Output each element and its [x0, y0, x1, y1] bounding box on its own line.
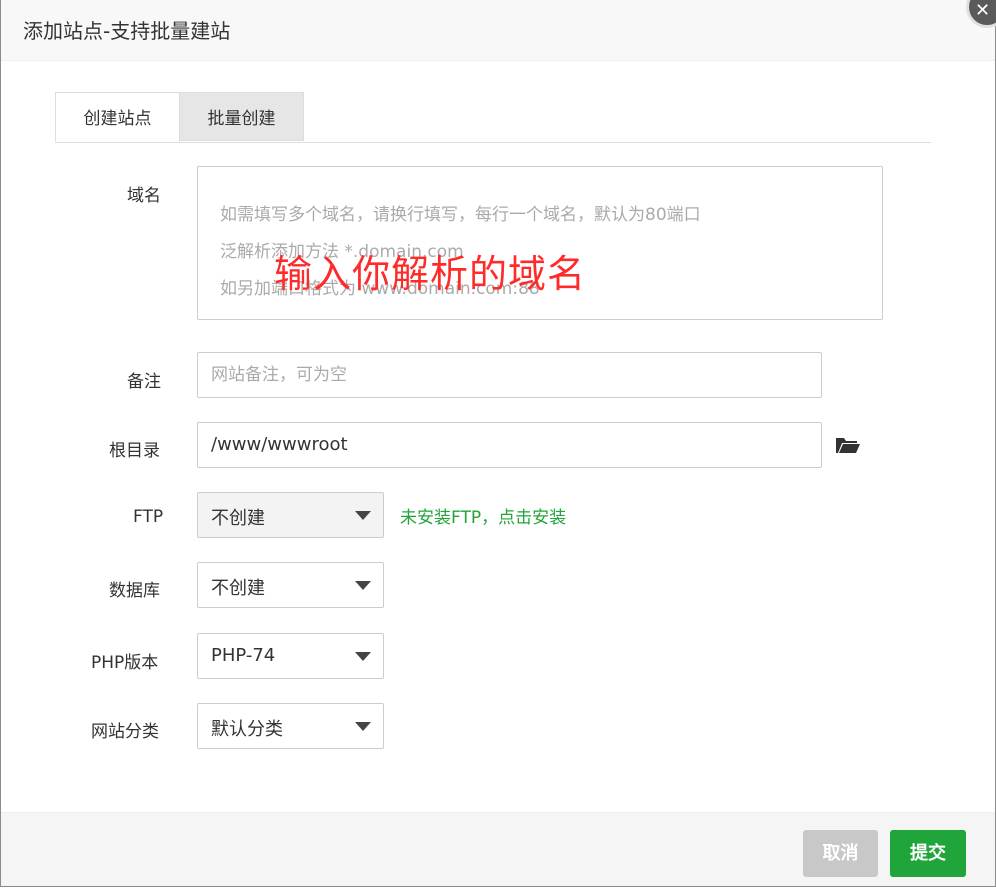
install-ftp-link[interactable]: 未安装FTP，点击安装: [400, 503, 566, 528]
php-version-label: PHP版本: [91, 653, 159, 673]
chevron-down-icon: [355, 652, 371, 661]
php-version-select[interactable]: PHP-74: [197, 633, 384, 679]
ftp-select[interactable]: 不创建: [197, 492, 384, 538]
site-category-label: 网站分类: [91, 722, 159, 742]
add-site-dialog: 添加站点-支持批量建站 创建站点 批量创建 域名 如需填写多个域名，请换行填写，…: [0, 0, 996, 887]
root-dir-label: 根目录: [109, 441, 160, 461]
chevron-down-icon: [355, 722, 371, 731]
tab-bar: 创建站点 批量创建: [55, 92, 931, 143]
database-select-value: 不创建: [211, 578, 265, 599]
folder-open-icon[interactable]: [835, 435, 861, 455]
dialog-footer: 取消 提交: [1, 812, 995, 886]
remark-input[interactable]: 网站备注，可为空: [197, 352, 822, 398]
chevron-down-icon: [355, 511, 371, 520]
remark-label: 备注: [127, 372, 161, 392]
php-version-select-value: PHP-74: [211, 645, 276, 666]
database-label: 数据库: [109, 581, 160, 601]
submit-button[interactable]: 提交: [890, 830, 966, 877]
site-category-select-value: 默认分类: [211, 719, 283, 740]
ftp-label: FTP: [133, 507, 164, 527]
domain-placeholder-line-1: 如需填写多个域名，请换行填写，每行一个域名，默认为80端口: [220, 205, 701, 225]
cancel-button[interactable]: 取消: [803, 830, 878, 877]
root-dir-input[interactable]: /www/wwwroot: [197, 422, 822, 468]
ftp-select-value: 不创建: [211, 508, 265, 529]
dialog-titlebar: 添加站点-支持批量建站: [1, 0, 995, 61]
domain-textarea[interactable]: 如需填写多个域名，请换行填写，每行一个域名，默认为80端口 泛解析添加方法 *.…: [197, 166, 883, 320]
domain-label: 域名: [127, 186, 161, 206]
domain-annotation: 输入你解析的域名: [274, 252, 587, 296]
tab-create-site[interactable]: 创建站点: [55, 92, 180, 142]
chevron-down-icon: [355, 581, 371, 590]
tab-batch-create[interactable]: 批量创建: [180, 92, 304, 141]
database-select[interactable]: 不创建: [197, 562, 384, 608]
close-icon: ✕: [975, 0, 991, 21]
dialog-title: 添加站点-支持批量建站: [23, 19, 231, 43]
site-category-select[interactable]: 默认分类: [197, 703, 384, 749]
